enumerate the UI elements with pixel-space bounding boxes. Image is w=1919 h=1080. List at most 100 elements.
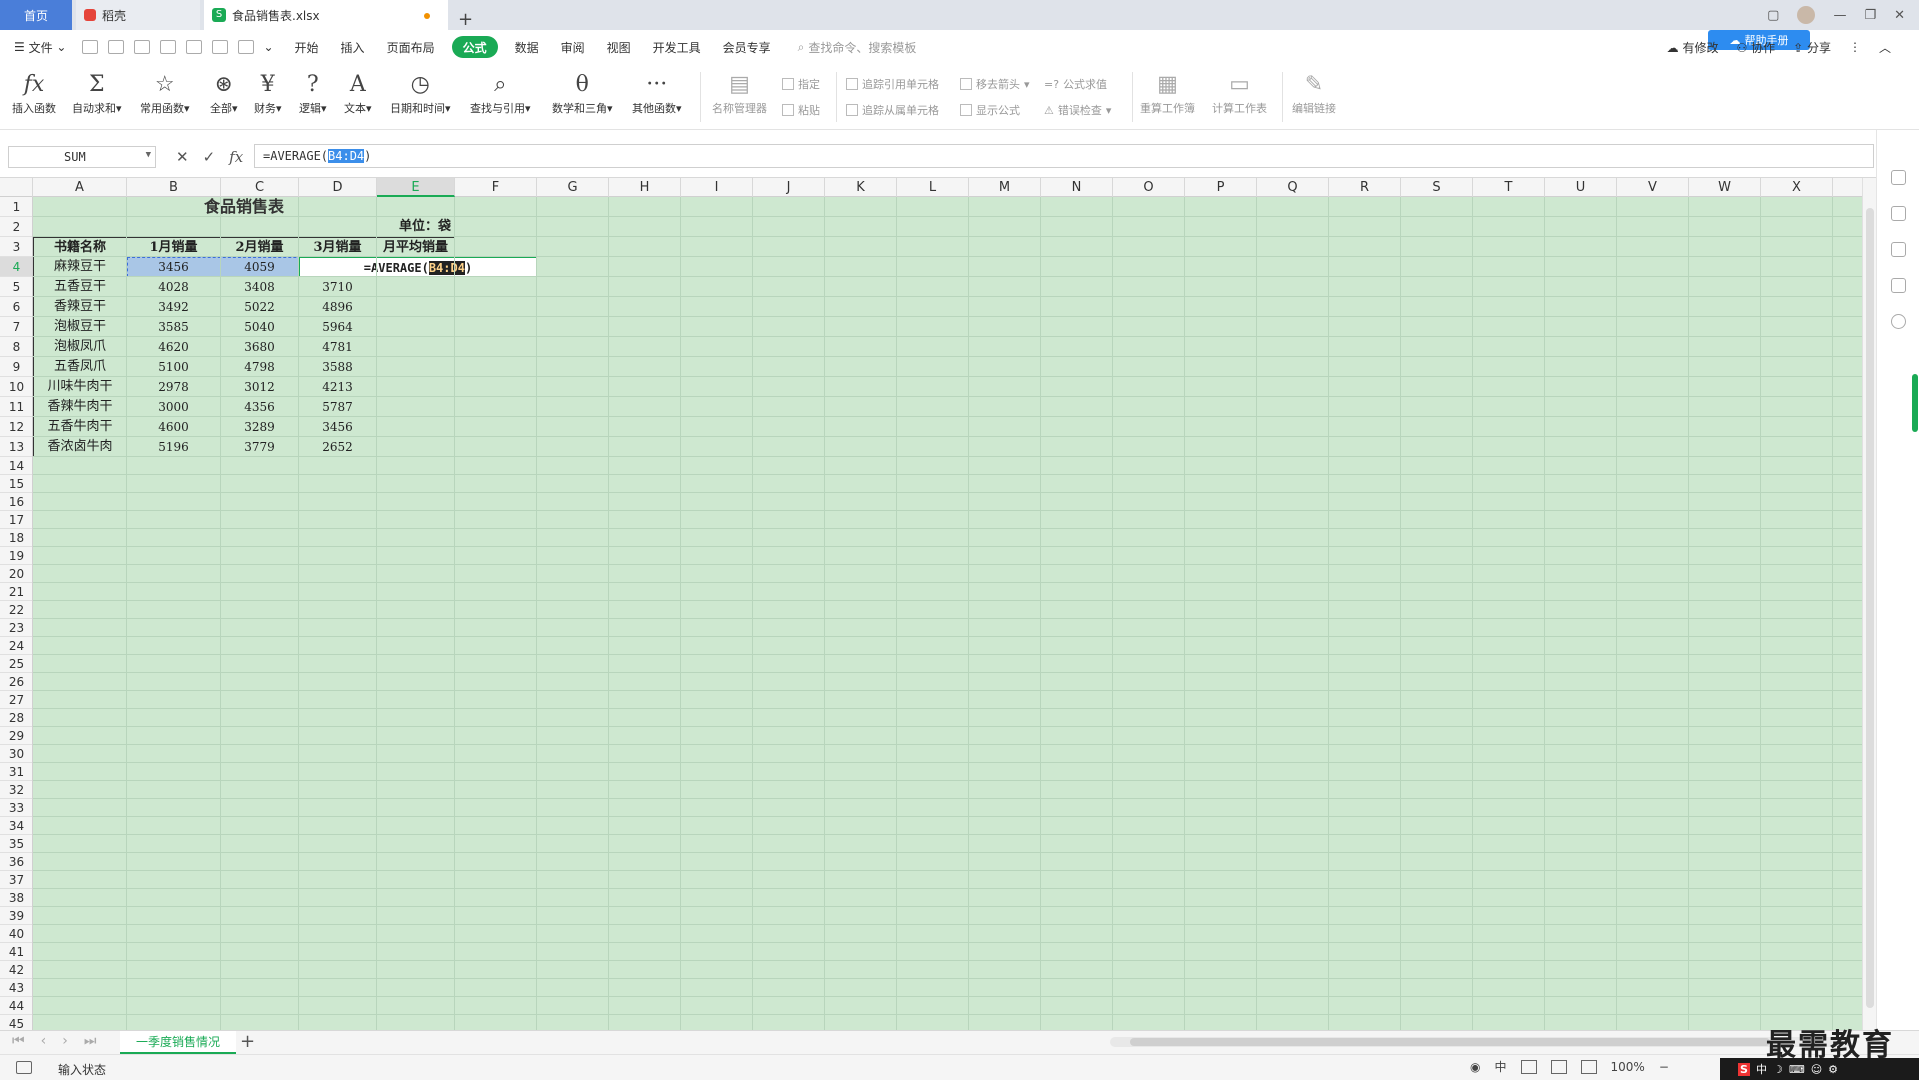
print-icon[interactable]	[160, 40, 177, 54]
row-header[interactable]: 35	[0, 835, 32, 853]
column-header-a[interactable]: A	[33, 178, 127, 197]
changes-button[interactable]: ☁ 有修改	[1667, 39, 1719, 56]
table-cell[interactable]: 3585	[127, 317, 221, 337]
table-cell[interactable]	[377, 337, 455, 357]
table-cell[interactable]: 4059	[221, 257, 299, 277]
table-header-cell[interactable]: 2月销量	[221, 237, 299, 257]
row-header[interactable]: 40	[0, 925, 32, 943]
row-header[interactable]: 45	[0, 1015, 32, 1030]
first-sheet-icon[interactable]: ⏮	[12, 1033, 25, 1049]
row-header[interactable]: 38	[0, 889, 32, 907]
share-button[interactable]: ⇪ 分享	[1793, 39, 1831, 56]
table-header-cell[interactable]: 3月销量	[299, 237, 377, 257]
table-cell[interactable]: 3012	[221, 377, 299, 397]
save-icon[interactable]	[108, 40, 125, 54]
table-cell[interactable]: 3710	[299, 277, 377, 297]
table-cell[interactable]: 泡椒凤爪	[33, 337, 127, 357]
table-cell[interactable]	[377, 417, 455, 437]
table-cell[interactable]: 3680	[221, 337, 299, 357]
autosum-button[interactable]: Σ 自动求和▾	[72, 70, 122, 116]
collab-button[interactable]: ⚇ 协作	[1737, 39, 1776, 56]
tab-file[interactable]: S 食品销售表.xlsx	[204, 0, 448, 30]
lookup-button[interactable]: ⌕ 查找与引用▾	[470, 70, 531, 116]
column-header-e[interactable]: E	[377, 178, 455, 197]
row-header[interactable]: 39	[0, 907, 32, 925]
table-cell[interactable]: 川味牛肉干	[33, 377, 127, 397]
row-header[interactable]: 28	[0, 709, 32, 727]
column-header-l[interactable]: L	[897, 178, 969, 197]
table-header-cell[interactable]: 1月销量	[127, 237, 221, 257]
sheet-grid[interactable]: 食品销售表 单位：袋 书籍名称 1月销量 2月销量 3月销量 月平均销量 麻辣豆干 3456…	[33, 197, 1862, 1030]
vertical-scroll-thumb[interactable]	[1866, 208, 1874, 1008]
calc-sheet-button[interactable]: ▭ 计算工作表	[1212, 70, 1267, 116]
table-cell[interactable]: 5964	[299, 317, 377, 337]
text-button[interactable]: A 文本▾	[344, 70, 372, 116]
select-all-corner[interactable]	[0, 178, 33, 197]
menu-member[interactable]: 会员专享	[712, 36, 782, 58]
table-cell[interactable]: 3779	[221, 437, 299, 457]
datetime-button[interactable]: ◷ 日期和时间▾	[390, 70, 451, 116]
trace-dependents-button[interactable]: 追踪从属单元格	[846, 102, 939, 118]
row-header[interactable]: 5	[0, 277, 32, 297]
other-functions-button[interactable]: ··· 其他函数▾	[632, 70, 682, 116]
table-cell[interactable]: 3408	[221, 277, 299, 297]
paste-name-button[interactable]: 粘贴	[782, 102, 820, 118]
table-cell[interactable]: 4896	[299, 297, 377, 317]
table-cell[interactable]: 4028	[127, 277, 221, 297]
menu-data[interactable]: 数据	[504, 36, 550, 58]
quick-access-dropdown-icon[interactable]: ⌄	[263, 40, 273, 54]
error-check-button[interactable]: ⚠ 错误检查 ▾	[1044, 102, 1111, 118]
side-panel-handle[interactable]	[1912, 374, 1918, 432]
horizontal-scrollbar[interactable]	[1110, 1037, 1850, 1047]
page-break-view-icon[interactable]	[1580, 1059, 1597, 1074]
common-functions-button[interactable]: ☆ 常用函数▾	[140, 70, 190, 116]
math-button[interactable]: θ 数学和三角▾	[552, 70, 613, 116]
row-header[interactable]: 42	[0, 961, 32, 979]
table-cell[interactable]: 5787	[299, 397, 377, 417]
table-header-cell[interactable]: 书籍名称	[33, 237, 127, 257]
table-header-cell[interactable]: 月平均销量	[377, 237, 455, 257]
column-header-w[interactable]: W	[1689, 178, 1761, 197]
row-header[interactable]: 6	[0, 297, 32, 317]
column-header-c[interactable]: C	[221, 178, 299, 197]
insert-function-button[interactable]: fx 插入函数	[12, 70, 56, 116]
prev-sheet-icon[interactable]: ‹	[41, 1033, 47, 1049]
next-sheet-icon[interactable]: ›	[62, 1033, 68, 1049]
page-layout-view-icon[interactable]	[1550, 1059, 1567, 1074]
fx-icon[interactable]: fx	[229, 148, 243, 166]
row-header[interactable]: 37	[0, 871, 32, 889]
row-header[interactable]: 17	[0, 511, 32, 529]
row-header[interactable]: 21	[0, 583, 32, 601]
table-cell[interactable]: 麻辣豆干	[33, 257, 127, 277]
row-header[interactable]: 43	[0, 979, 32, 997]
row-header[interactable]: 33	[0, 799, 32, 817]
row-header[interactable]: 41	[0, 943, 32, 961]
row-header[interactable]: 1	[0, 197, 32, 217]
row-header[interactable]: 25	[0, 655, 32, 673]
row-header[interactable]: 3	[0, 237, 32, 257]
table-cell[interactable]: 5040	[221, 317, 299, 337]
table-cell[interactable]: 4620	[127, 337, 221, 357]
table-cell[interactable]: 3456	[299, 417, 377, 437]
column-header-n[interactable]: N	[1041, 178, 1113, 197]
table-cell[interactable]: 5100	[127, 357, 221, 377]
row-header[interactable]: 15	[0, 475, 32, 493]
new-doc-icon[interactable]	[82, 40, 99, 54]
column-header-t[interactable]: T	[1473, 178, 1545, 197]
row-header[interactable]: 22	[0, 601, 32, 619]
menu-page-layout[interactable]: 页面布局	[376, 36, 446, 58]
edit-links-button[interactable]: ✎ 编辑链接	[1292, 70, 1336, 116]
table-cell[interactable]: 五香凤爪	[33, 357, 127, 377]
remove-arrows-button[interactable]: 移去箭头 ▾	[960, 76, 1030, 92]
normal-view-icon[interactable]	[1520, 1059, 1537, 1074]
row-header[interactable]: 30	[0, 745, 32, 763]
column-header-f[interactable]: F	[455, 178, 537, 197]
name-manager-button[interactable]: ▤ 名称管理器	[712, 70, 767, 116]
column-header-x[interactable]: X	[1761, 178, 1833, 197]
row-header[interactable]: 8	[0, 337, 32, 357]
row-header[interactable]: 44	[0, 997, 32, 1015]
column-header-h[interactable]: H	[609, 178, 681, 197]
table-cell[interactable]: 3000	[127, 397, 221, 417]
row-header[interactable]: 34	[0, 817, 32, 835]
table-cell[interactable]: 4781	[299, 337, 377, 357]
